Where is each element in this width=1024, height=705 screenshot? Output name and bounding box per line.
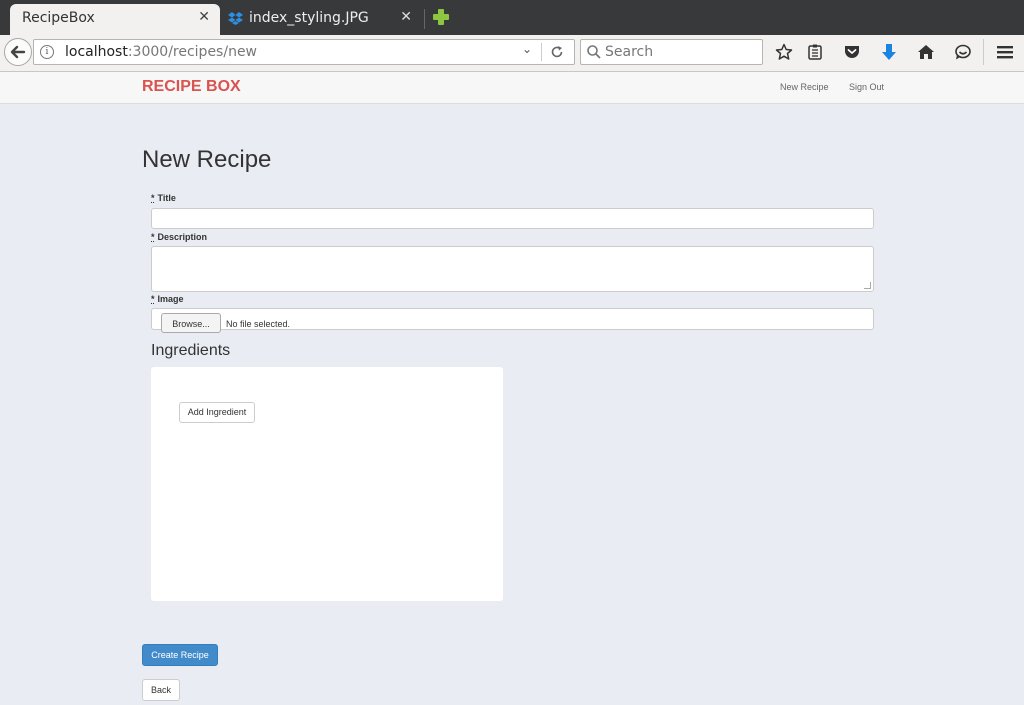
image-label: * Image [151, 294, 184, 304]
download-icon[interactable] [878, 41, 900, 63]
description-textarea[interactable] [151, 246, 874, 292]
bookmark-star-icon[interactable] [773, 41, 795, 63]
title-label: * Title [151, 193, 176, 203]
url-text[interactable]: localhost:3000/recipes/new [65, 44, 257, 60]
ingredients-heading: Ingredients [151, 342, 231, 359]
description-label: * Description [151, 232, 207, 242]
required-marker: * [151, 294, 155, 304]
toolbar-divider [983, 39, 984, 65]
required-marker: * [151, 232, 155, 242]
tab-title: index_styling.JPG [249, 10, 369, 26]
description-label-text: Description [157, 232, 208, 242]
new-tab-icon[interactable] [432, 8, 450, 26]
hamburger-menu-icon[interactable] [994, 41, 1016, 63]
url-divider [541, 43, 542, 61]
back-button[interactable]: Back [142, 679, 180, 701]
new-recipe-link[interactable]: New Recipe [780, 82, 829, 92]
no-file-text: No file selected. [226, 319, 291, 329]
dropbox-icon [228, 12, 243, 25]
reload-icon[interactable] [550, 45, 564, 59]
create-recipe-button[interactable]: Create Recipe [142, 644, 218, 666]
search-input[interactable]: Search [605, 44, 653, 60]
page-title: New Recipe [142, 146, 272, 173]
close-tab-icon[interactable]: ✕ [400, 9, 412, 25]
title-input[interactable] [151, 208, 874, 229]
ingredients-panel: Add Ingredient [151, 367, 503, 601]
required-marker: * [151, 193, 155, 203]
tab-index-styling[interactable]: index_styling.JPG ✕ [222, 4, 422, 35]
reading-list-icon[interactable] [804, 41, 826, 63]
tab-title: RecipeBox [22, 10, 95, 26]
brand-logo[interactable]: RECIPE BOX [142, 78, 241, 96]
add-ingredient-button[interactable]: Add Ingredient [179, 402, 255, 423]
chat-icon[interactable] [952, 41, 974, 63]
image-label-text: Image [157, 294, 184, 304]
browser-tab-bar: RecipeBox ✕ index_styling.JPG ✕ [0, 0, 1024, 35]
browse-button[interactable]: Browse... [161, 313, 221, 333]
search-box[interactable]: Search [580, 39, 763, 65]
home-icon[interactable] [915, 41, 937, 63]
back-arrow-icon [10, 45, 26, 59]
sign-out-link[interactable]: Sign Out [849, 82, 884, 92]
site-header: RECIPE BOX New Recipe Sign Out [0, 72, 1024, 104]
navigation-toolbar: i localhost:3000/recipes/new ⌄ Search [0, 35, 1024, 72]
url-host: localhost [65, 44, 128, 60]
info-icon[interactable]: i [40, 45, 54, 59]
tab-recipebox[interactable]: RecipeBox ✕ [10, 4, 220, 35]
tab-divider [424, 9, 425, 29]
title-label-text: Title [157, 193, 176, 203]
url-bar[interactable]: i localhost:3000/recipes/new ⌄ [33, 39, 575, 65]
pocket-icon[interactable] [841, 41, 863, 63]
close-tab-icon[interactable]: ✕ [198, 9, 210, 25]
back-button[interactable] [4, 38, 32, 66]
image-file-input[interactable]: Browse... No file selected. [151, 308, 874, 333]
chevron-down-icon[interactable]: ⌄ [522, 42, 532, 56]
url-path: :3000/recipes/new [127, 44, 258, 60]
resize-handle-icon[interactable] [864, 282, 871, 289]
search-icon [587, 45, 601, 59]
